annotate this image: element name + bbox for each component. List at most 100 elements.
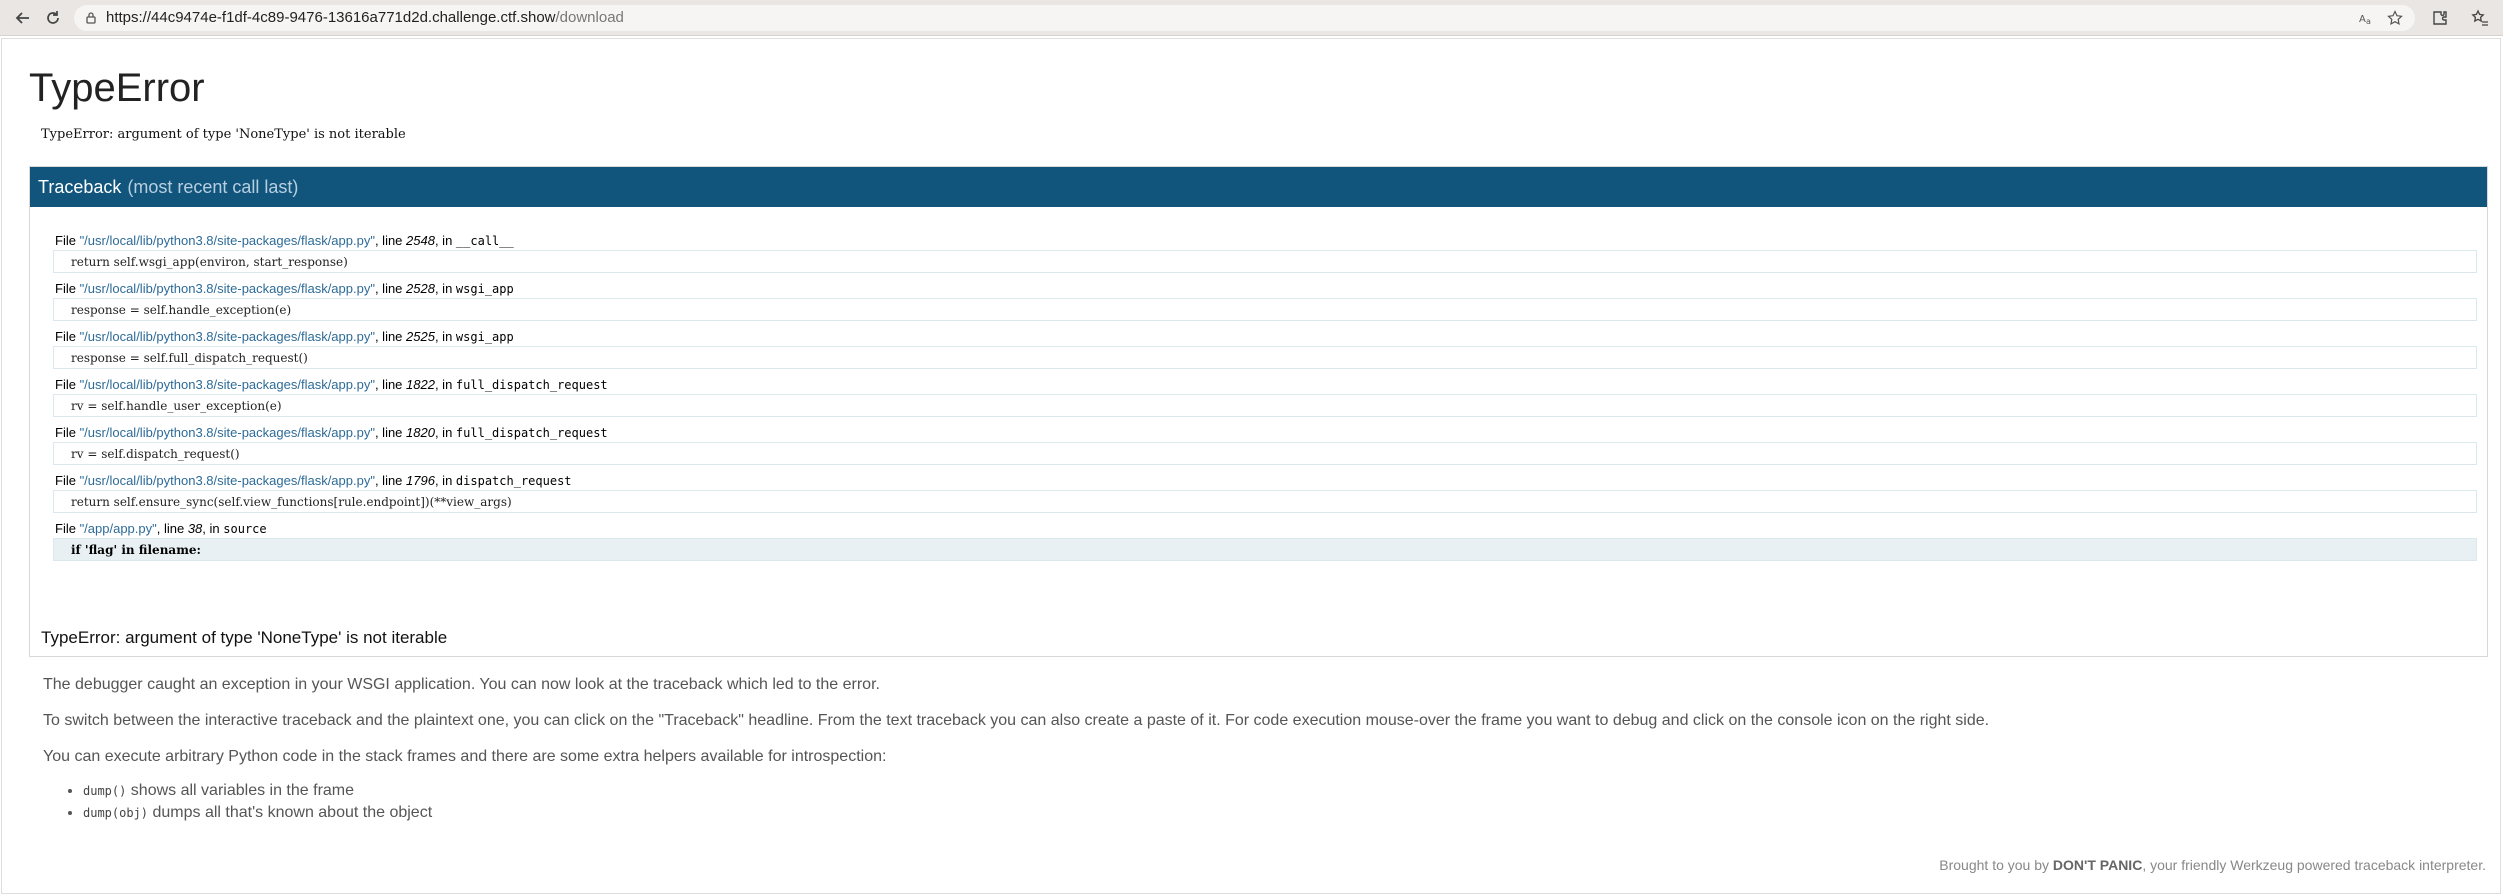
frame-prefix: File bbox=[55, 521, 80, 536]
frame-source-line[interactable]: return self.wsgi_app(environ, start_resp… bbox=[53, 250, 2477, 273]
frame-line-number: 1796 bbox=[406, 473, 435, 488]
url-path: /download bbox=[555, 9, 624, 26]
frame-in-label: , in bbox=[434, 233, 456, 248]
frame-function: source bbox=[223, 522, 267, 536]
svg-text:A: A bbox=[2359, 14, 2366, 25]
frame-function: full_dispatch_request bbox=[455, 378, 608, 392]
translate-icon[interactable]: Aa bbox=[2357, 8, 2377, 28]
frame-prefix: File bbox=[55, 473, 80, 488]
frame-in-label: , in bbox=[434, 377, 456, 392]
frame-filename: "/usr/local/lib/python3.8/site-packages/… bbox=[79, 377, 375, 392]
page-content: TypeError TypeError: argument of type 'N… bbox=[0, 36, 2503, 895]
frame-function: dispatch_request bbox=[455, 474, 572, 488]
footer-pre: Brought to you by bbox=[1939, 857, 2053, 873]
frame-filename: "/usr/local/lib/python3.8/site-packages/… bbox=[79, 233, 375, 248]
traceback-headline[interactable]: Traceback (most recent call last) bbox=[30, 167, 2487, 207]
frame-prefix: File bbox=[55, 329, 80, 344]
helper-item: dump(obj) dumps all that's known about t… bbox=[83, 802, 2443, 824]
page-title: TypeError bbox=[29, 66, 205, 110]
frame-source-line[interactable]: rv = self.handle_user_exception(e) bbox=[53, 394, 2477, 417]
bookmark-star-icon[interactable] bbox=[2385, 8, 2405, 28]
frame-prefix: File bbox=[55, 425, 80, 440]
frame-line-number: 2528 bbox=[406, 281, 435, 296]
frame-list: File "/usr/local/lib/python3.8/site-pack… bbox=[30, 207, 2487, 561]
traceback-title[interactable]: Traceback bbox=[38, 177, 121, 198]
frame-source-line[interactable]: return self.ensure_sync(self.view_functi… bbox=[53, 490, 2477, 513]
frame-in-label: , in bbox=[434, 329, 456, 344]
frame-in-label: , in bbox=[434, 473, 456, 488]
traceback-panel: Traceback (most recent call last) File "… bbox=[29, 166, 2488, 657]
back-icon[interactable] bbox=[8, 3, 38, 33]
svg-text:a: a bbox=[2366, 17, 2371, 26]
frame-line-label: , line bbox=[374, 281, 407, 296]
frame-prefix: File bbox=[55, 377, 80, 392]
frame-location: File "/usr/local/lib/python3.8/site-pack… bbox=[40, 472, 2477, 490]
frame-location: File "/usr/local/lib/python3.8/site-pack… bbox=[40, 328, 2477, 346]
frame-location: File "/usr/local/lib/python3.8/site-pack… bbox=[40, 424, 2477, 442]
frame-line-number: 1820 bbox=[406, 425, 435, 440]
helper-code: dump() bbox=[83, 784, 127, 798]
helper-list: dump() shows all variables in the frame … bbox=[43, 780, 2443, 824]
frame-function: full_dispatch_request bbox=[455, 426, 608, 440]
traceback-frame[interactable]: File "/usr/local/lib/python3.8/site-pack… bbox=[40, 328, 2477, 369]
frame-source-line[interactable]: rv = self.dispatch_request() bbox=[53, 442, 2477, 465]
frame-filename: "/usr/local/lib/python3.8/site-packages/… bbox=[79, 281, 375, 296]
traceback-frame[interactable]: File "/usr/local/lib/python3.8/site-pack… bbox=[40, 472, 2477, 513]
site-info-icon[interactable] bbox=[84, 11, 98, 25]
frame-function: wsgi_app bbox=[455, 282, 514, 296]
address-bar[interactable]: https://44c9474e-f1df-4c89-9476-13616a77… bbox=[74, 4, 2415, 31]
frame-location: File "/usr/local/lib/python3.8/site-pack… bbox=[40, 280, 2477, 298]
footer-post: , your friendly Werkzeug powered traceba… bbox=[2142, 857, 2486, 873]
frame-function: __call__ bbox=[455, 234, 514, 248]
frame-filename: "/usr/local/lib/python3.8/site-packages/… bbox=[79, 329, 375, 344]
frame-in-label: , in bbox=[202, 521, 224, 536]
frame-filename: "/usr/local/lib/python3.8/site-packages/… bbox=[79, 425, 375, 440]
helper-item: dump() shows all variables in the frame bbox=[83, 780, 2443, 802]
frame-prefix: File bbox=[55, 281, 80, 296]
frame-in-label: , in bbox=[434, 281, 456, 296]
favorites-icon[interactable] bbox=[2465, 3, 2495, 33]
frame-line-label: , line bbox=[374, 425, 407, 440]
frame-prefix: File bbox=[55, 233, 80, 248]
frame-location: File "/usr/local/lib/python3.8/site-pack… bbox=[40, 376, 2477, 394]
helper-code: dump(obj) bbox=[83, 806, 149, 820]
explanation: The debugger caught an exception in your… bbox=[43, 676, 2443, 824]
traceback-frame[interactable]: File "/app/app.py", line 38, in source if… bbox=[40, 520, 2477, 561]
explanation-paragraph: To switch between the interactive traceb… bbox=[43, 712, 1990, 729]
traceback-final-error: TypeError: argument of type 'NoneType' i… bbox=[41, 628, 448, 647]
traceback-frame[interactable]: File "/usr/local/lib/python3.8/site-pack… bbox=[40, 280, 2477, 321]
frame-line-number: 38 bbox=[187, 521, 203, 536]
reload-icon[interactable] bbox=[38, 3, 68, 33]
frame-line-number: 2548 bbox=[406, 233, 435, 248]
frame-location: File "/app/app.py", line 38, in source bbox=[40, 520, 2477, 538]
frame-filename: "/app/app.py" bbox=[79, 521, 157, 536]
traceback-frame[interactable]: File "/usr/local/lib/python3.8/site-pack… bbox=[40, 424, 2477, 465]
footer: Brought to you by DON'T PANIC, your frie… bbox=[1939, 857, 2486, 873]
explanation-paragraph: You can execute arbitrary Python code in… bbox=[43, 748, 887, 765]
extensions-icon[interactable] bbox=[2425, 3, 2455, 33]
frame-source-line[interactable]: response = self.handle_exception(e) bbox=[53, 298, 2477, 321]
traceback-frame[interactable]: File "/usr/local/lib/python3.8/site-pack… bbox=[40, 232, 2477, 273]
error-message: TypeError: argument of type 'NoneType' i… bbox=[41, 127, 406, 142]
frame-line-label: , line bbox=[374, 377, 407, 392]
helper-text: dumps all that's known about the object bbox=[148, 804, 433, 821]
helper-text: shows all variables in the frame bbox=[126, 782, 355, 799]
frame-line-number: 2525 bbox=[406, 329, 435, 344]
footer-brand: DON'T PANIC bbox=[2052, 857, 2143, 873]
frame-source-line[interactable]: if 'flag' in filename: bbox=[53, 538, 2477, 561]
explanation-paragraph: The debugger caught an exception in your… bbox=[43, 676, 880, 693]
frame-in-label: , in bbox=[434, 425, 456, 440]
frame-line-label: , line bbox=[374, 329, 407, 344]
frame-line-label: , line bbox=[374, 473, 407, 488]
frame-line-label: , line bbox=[374, 233, 407, 248]
frame-filename: "/usr/local/lib/python3.8/site-packages/… bbox=[79, 473, 375, 488]
frame-function: wsgi_app bbox=[455, 330, 514, 344]
browser-toolbar: https://44c9474e-f1df-4c89-9476-13616a77… bbox=[0, 0, 2503, 36]
traceback-frame[interactable]: File "/usr/local/lib/python3.8/site-pack… bbox=[40, 376, 2477, 417]
url-host: https://44c9474e-f1df-4c89-9476-13616a77… bbox=[106, 9, 556, 26]
frame-source-line[interactable]: response = self.full_dispatch_request() bbox=[53, 346, 2477, 369]
frame-location: File "/usr/local/lib/python3.8/site-pack… bbox=[40, 232, 2477, 250]
frame-line-label: , line bbox=[156, 521, 188, 536]
frame-line-number: 1822 bbox=[406, 377, 435, 392]
traceback-subtitle: (most recent call last) bbox=[127, 176, 299, 197]
